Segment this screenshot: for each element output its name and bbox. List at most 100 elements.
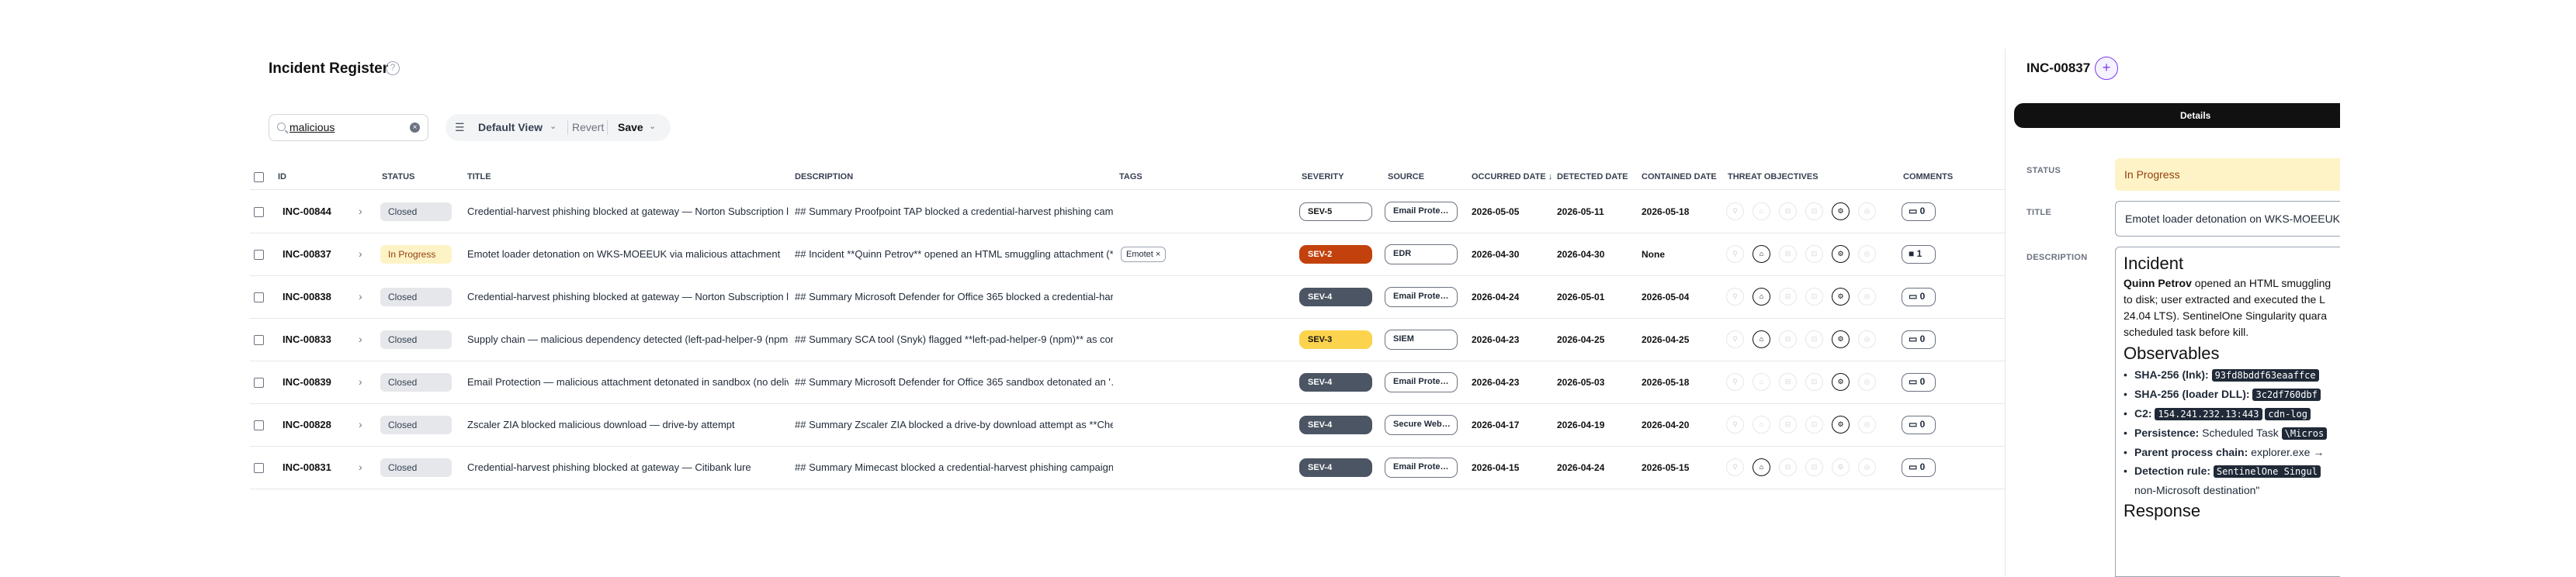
incident-id[interactable]: INC-00839 (283, 376, 331, 388)
sort-desc-icon[interactable]: ↓ (1548, 172, 1553, 181)
threat-objective-icon[interactable]: ⚙ (1832, 245, 1850, 263)
col-detected-date[interactable]: DETECTED DATE (1557, 172, 1628, 181)
status-field[interactable]: In Progress (2115, 158, 2340, 191)
row-checkbox[interactable] (254, 378, 264, 388)
title-field[interactable]: Emotet loader detonation on WKS-MOEEUK v… (2115, 201, 2340, 237)
threat-objective-icon[interactable]: ⊡ (1805, 202, 1823, 220)
threat-objective-icon[interactable]: ◎ (1858, 330, 1876, 348)
threat-objective-icon[interactable]: ◎ (1858, 202, 1876, 220)
threat-objective-icon[interactable]: ⚙ (1832, 373, 1850, 391)
threat-objective-icon[interactable]: ⚲ (1726, 373, 1744, 391)
threat-objective-icon[interactable]: ⚙ (1832, 202, 1850, 220)
incident-id[interactable]: INC-00837 (283, 248, 331, 260)
table-row[interactable]: INC-00844 › Closed Credential-harvest phish… (250, 191, 2006, 233)
threat-objective-icon[interactable]: ⚲ (1726, 416, 1744, 434)
threat-objective-icon[interactable]: ⊟ (1779, 245, 1797, 263)
table-row[interactable]: INC-00837 › In Progress Emotet loader deton… (250, 233, 2006, 276)
col-severity[interactable]: SEVERITY (1302, 172, 1343, 181)
col-title[interactable]: TITLE (467, 172, 491, 181)
tag-chip[interactable]: Emotet × (1121, 247, 1167, 262)
threat-objective-icon[interactable]: ⊟ (1779, 416, 1797, 434)
comments-badge[interactable]: ■ 1 (1902, 245, 1936, 264)
threat-objective-icon[interactable]: ⚙ (1832, 288, 1850, 306)
severity-badge[interactable]: SEV-3 (1299, 330, 1372, 349)
save-button[interactable]: Save (618, 121, 643, 133)
chevron-right-icon[interactable]: › (359, 247, 362, 260)
col-status[interactable]: STATUS (382, 172, 414, 181)
incident-title[interactable]: Credential-harvest phishing blocked at g… (467, 206, 789, 217)
threat-objective-icon[interactable]: ⚲ (1726, 330, 1744, 348)
search-value[interactable]: malicious (289, 121, 335, 133)
threat-objective-icon[interactable]: ⊡ (1805, 330, 1823, 348)
severity-badge[interactable]: SEV-4 (1299, 416, 1372, 434)
chevron-down-icon[interactable]: ⌄ (550, 121, 556, 131)
source-badge[interactable]: Email Prote… (1385, 372, 1458, 392)
table-row[interactable]: INC-00831 › Closed Credential-harvest phish… (250, 447, 2006, 489)
threat-objective-icon[interactable]: ⊟ (1779, 458, 1797, 476)
description-field[interactable]: Incident Quinn Petrov opened an HTML smu… (2115, 247, 2340, 577)
threat-objective-icon[interactable]: ⌂ (1753, 458, 1770, 476)
chevron-right-icon[interactable]: › (359, 461, 362, 473)
incident-id[interactable]: INC-00831 (283, 461, 331, 473)
source-badge[interactable]: Email Prote… (1385, 458, 1458, 478)
threat-objective-icon[interactable]: ⚙ (1832, 416, 1850, 434)
revert-button[interactable]: Revert (572, 121, 604, 133)
threat-objective-icon[interactable]: ⊡ (1805, 416, 1823, 434)
severity-badge[interactable]: SEV-2 (1299, 245, 1372, 264)
chevron-right-icon[interactable]: › (359, 290, 362, 302)
comments-badge[interactable]: ▭ 0 (1902, 416, 1936, 434)
source-badge[interactable]: Email Prote… (1385, 202, 1458, 222)
col-occurred-date[interactable]: OCCURRED DATE ↓ (1472, 172, 1552, 181)
table-row[interactable]: INC-00838 › Closed Credential-harvest phish… (250, 276, 2006, 319)
incident-title[interactable]: Credential-harvest phishing blocked at g… (467, 461, 789, 473)
threat-objective-icon[interactable]: ⌂ (1753, 288, 1770, 306)
threat-objective-icon[interactable]: ⊡ (1805, 245, 1823, 263)
threat-objective-icon[interactable]: ⌂ (1753, 202, 1770, 220)
clear-icon[interactable]: × (410, 123, 420, 133)
source-badge[interactable]: EDR (1385, 244, 1458, 264)
incident-title[interactable]: Credential-harvest phishing blocked at g… (467, 291, 789, 302)
comments-badge[interactable]: ▭ 0 (1902, 288, 1936, 306)
col-comments[interactable]: COMMENTS (1903, 172, 1953, 181)
threat-objective-icon[interactable]: ⊟ (1779, 202, 1797, 220)
col-contained-date[interactable]: CONTAINED DATE (1642, 172, 1717, 181)
threat-objective-icon[interactable]: ⊟ (1779, 330, 1797, 348)
threat-objective-icon[interactable]: ⊡ (1805, 373, 1823, 391)
threat-objective-icon[interactable]: ⊟ (1779, 288, 1797, 306)
row-checkbox[interactable] (254, 463, 264, 473)
severity-badge[interactable]: SEV-4 (1299, 458, 1372, 477)
filter-icon[interactable]: ☰ (455, 121, 465, 134)
threat-objective-icon[interactable]: ⚙ (1832, 458, 1850, 476)
source-badge[interactable]: Secure Web… (1385, 415, 1458, 435)
threat-objective-icon[interactable]: ⌂ (1753, 330, 1770, 348)
chevron-right-icon[interactable]: › (359, 333, 362, 345)
threat-objective-icon[interactable]: ⊡ (1805, 458, 1823, 476)
comments-badge[interactable]: ▭ 0 (1902, 373, 1936, 392)
view-selector[interactable]: Default View (478, 121, 543, 133)
add-icon[interactable]: + (2095, 57, 2118, 80)
col-tags[interactable]: TAGS (1119, 172, 1142, 181)
comments-badge[interactable]: ▭ 0 (1902, 458, 1936, 477)
row-checkbox[interactable] (254, 250, 264, 260)
threat-objective-icon[interactable]: ⌂ (1753, 416, 1770, 434)
chevron-right-icon[interactable]: › (359, 205, 362, 217)
threat-objective-icon[interactable]: ⚲ (1726, 202, 1744, 220)
source-badge[interactable]: SIEM (1385, 330, 1458, 350)
search-input[interactable]: malicious × (269, 114, 428, 141)
severity-badge[interactable]: SEV-5 (1299, 202, 1372, 221)
threat-objective-icon[interactable]: ⚲ (1726, 458, 1744, 476)
threat-objective-icon[interactable]: ⚙ (1832, 330, 1850, 348)
incident-id[interactable]: INC-00833 (283, 333, 331, 345)
row-checkbox[interactable] (254, 335, 264, 345)
severity-badge[interactable]: SEV-4 (1299, 288, 1372, 306)
row-checkbox[interactable] (254, 292, 264, 302)
row-checkbox[interactable] (254, 420, 264, 430)
incident-id[interactable]: INC-00828 (283, 419, 331, 430)
table-row[interactable]: INC-00828 › Closed Zscaler ZIA blocked mali… (250, 404, 2006, 447)
threat-objective-icon[interactable]: ◎ (1858, 245, 1876, 263)
source-badge[interactable]: Email Prote… (1385, 287, 1458, 307)
incident-title[interactable]: Emotet loader detonation on WKS-MOEEUK v… (467, 248, 789, 260)
threat-objective-icon[interactable]: ⚲ (1726, 288, 1744, 306)
col-threat-objectives[interactable]: THREAT OBJECTIVES (1728, 172, 1818, 181)
incident-title[interactable]: Email Protection — malicious attachment … (467, 376, 789, 388)
